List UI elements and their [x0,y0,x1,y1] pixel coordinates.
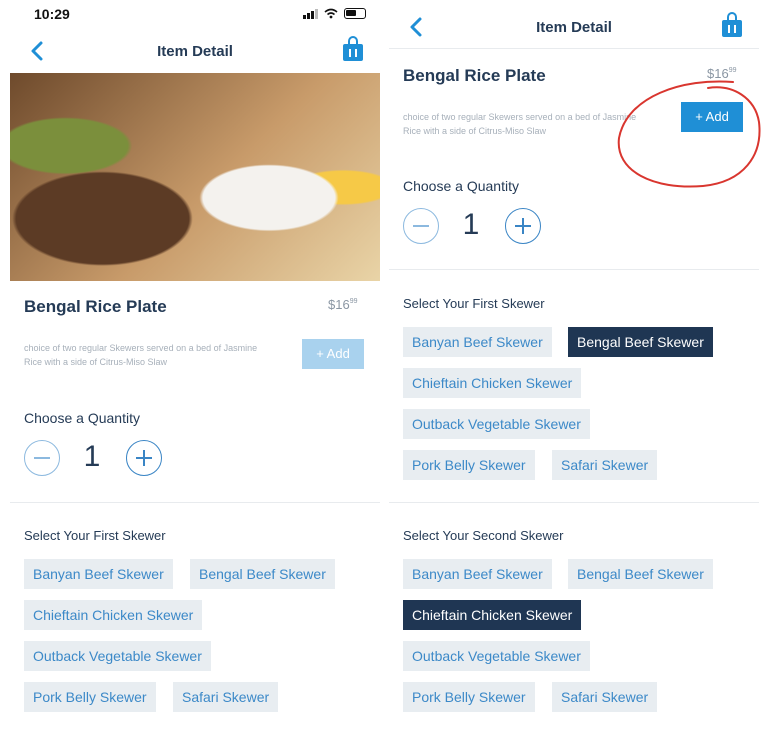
first-skewer-label: Select Your First Skewer [24,528,166,543]
divider [10,502,380,503]
minus-circle-icon[interactable] [24,440,60,476]
item-price: $1699 [707,66,737,81]
chip-safari-skewer[interactable]: Safari Skewer [552,682,658,712]
minus-circle-icon[interactable] [403,208,439,244]
chip-outback-vegetable-skewer[interactable]: Outback Vegetable Skewer [403,641,590,671]
chip-chieftain-chicken-skewer[interactable]: Chieftain Chicken Skewer [403,368,582,398]
chip-outback-vegetable-skewer[interactable]: Outback Vegetable Skewer [403,409,590,439]
wifi-icon [324,8,338,19]
plus-circle-icon[interactable] [505,208,541,244]
item-name: Bengal Rice Plate [24,297,167,316]
chip-safari-skewer[interactable]: Safari Skewer [173,682,279,712]
page-title: Item Detail [536,19,612,36]
status-bar: 10:29 [10,0,380,28]
quantity-stepper: 1 [403,208,583,248]
divider [389,48,759,49]
divider [389,502,759,503]
chip-banyan-beef-skewer[interactable]: Banyan Beef Skewer [403,327,552,357]
quantity-value: 1 [83,440,101,473]
nav-bar: Item Detail [10,34,380,70]
chip-pork-belly-skewer[interactable]: Pork Belly Skewer [403,682,535,712]
chip-chieftain-chicken-skewer-selected[interactable]: Chieftain Chicken Skewer [403,600,582,630]
item-description: choice of two regular Skewers served on … [24,343,258,367]
item-name: Bengal Rice Plate [403,66,546,85]
chip-chieftain-chicken-skewer[interactable]: Chieftain Chicken Skewer [24,600,203,630]
item-price: $1699 [328,297,358,312]
chip-bengal-beef-skewer[interactable]: Bengal Beef Skewer [190,559,335,589]
right-screenshot: Item Detail Bengal Rice Plate $1699 choi… [389,0,759,755]
chip-outback-vegetable-skewer[interactable]: Outback Vegetable Skewer [24,641,211,671]
left-screenshot: 10:29 Item Detail Bengal Rice Plate $169… [10,0,380,755]
first-skewer-label: Select Your First Skewer [403,296,545,311]
shopping-bag-icon[interactable] [721,12,743,38]
quantity-label: Choose a Quantity [24,410,140,426]
nav-bar: Item Detail [389,10,759,46]
chip-pork-belly-skewer[interactable]: Pork Belly Skewer [403,450,535,480]
food-photo [10,73,380,281]
second-skewer-label: Select Your Second Skewer [403,528,564,543]
chip-safari-skewer[interactable]: Safari Skewer [552,450,658,480]
chip-pork-belly-skewer[interactable]: Pork Belly Skewer [24,682,156,712]
quantity-stepper: 1 [24,440,204,480]
chip-bengal-beef-skewer-selected[interactable]: Bengal Beef Skewer [568,327,713,357]
item-description: choice of two regular Skewers served on … [403,112,637,136]
add-button[interactable]: + Add [302,339,364,369]
quantity-value: 1 [462,208,480,241]
chip-banyan-beef-skewer[interactable]: Banyan Beef Skewer [24,559,173,589]
battery-icon [344,8,366,19]
chip-bengal-beef-skewer[interactable]: Bengal Beef Skewer [568,559,713,589]
add-button[interactable]: + Add [681,102,743,132]
chip-banyan-beef-skewer[interactable]: Banyan Beef Skewer [403,559,552,589]
page-title: Item Detail [157,43,233,60]
status-time: 10:29 [34,6,70,22]
status-icons [303,8,366,19]
quantity-label: Choose a Quantity [403,178,519,194]
plus-circle-icon[interactable] [126,440,162,476]
shopping-bag-icon[interactable] [342,36,364,62]
divider [389,269,759,270]
signal-icon [303,8,318,19]
